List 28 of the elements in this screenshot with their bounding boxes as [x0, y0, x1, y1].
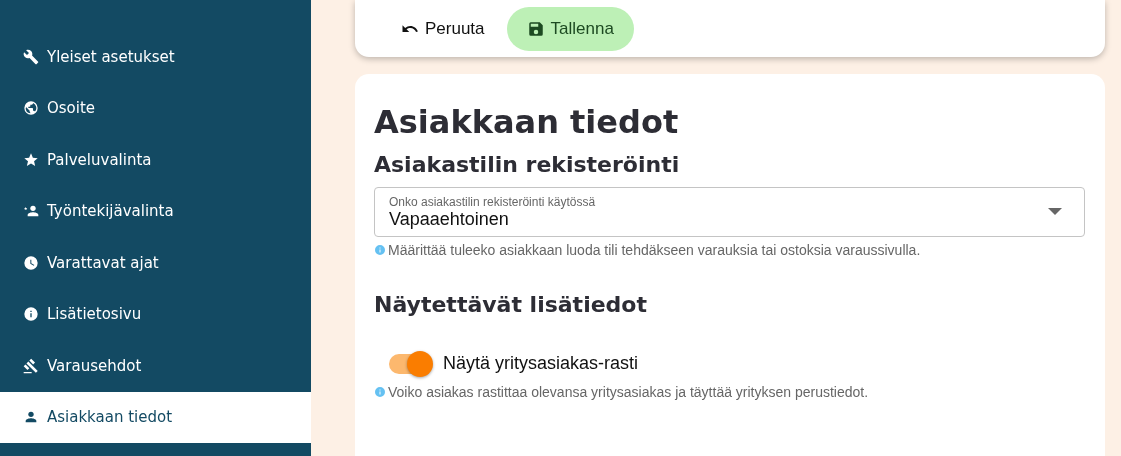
sidebar-item[interactable]: Varausehdot [0, 340, 311, 392]
cancel-button[interactable]: Peruuta [389, 6, 497, 51]
toggle-label: Näytä yritysasiakas-rasti [443, 353, 639, 374]
registration-select[interactable]: Onko asiakastilin rekisteröinti käytössä Vapaaehtoinen [374, 187, 1085, 237]
info-icon [374, 386, 386, 398]
info-icon [374, 244, 386, 256]
star-icon [23, 151, 39, 168]
sidebar-item[interactable]: Yleiset asetukset [0, 31, 311, 83]
caret-icon [1048, 208, 1062, 216]
page-title: Asiakkaan tiedot [374, 102, 680, 142]
hint-text: Määrittää tuleeko asiakkaan luoda tili tehdäkseen varauksia tai ostoksia varaussivulla. [388, 242, 921, 258]
sidebar-item[interactable]: Työntekijävalinta [0, 185, 311, 237]
select-label: Onko asiakastilin rekisteröinti käytössä [389, 195, 596, 209]
sidebar-item[interactable]: Varattavat ajat [0, 237, 311, 289]
info-icon [23, 306, 39, 323]
save-button[interactable]: Tallenna [506, 6, 634, 51]
sidebar-item[interactable]: Lisätietosivu [0, 288, 311, 340]
section-heading: Näytettävät lisätiedot [374, 292, 648, 317]
gavel-icon [23, 357, 39, 374]
hint-text: Voiko asiakas rastittaa olevansa yritysasiakas ja täyttää yrityksen perustiedot. [388, 384, 869, 400]
clock-icon [23, 254, 39, 271]
wrench-icon [23, 48, 39, 65]
sidebar-item[interactable]: Osoite [0, 82, 311, 134]
sidebar-item[interactable]: Asiakkaan tiedot [0, 391, 311, 443]
globe-icon [23, 100, 39, 117]
section-heading: Asiakastilin rekisteröinti [374, 152, 681, 177]
sidebar-item[interactable]: Palveluvalinta [0, 134, 311, 186]
select-value: Vapaaehtoinen [389, 209, 510, 229]
